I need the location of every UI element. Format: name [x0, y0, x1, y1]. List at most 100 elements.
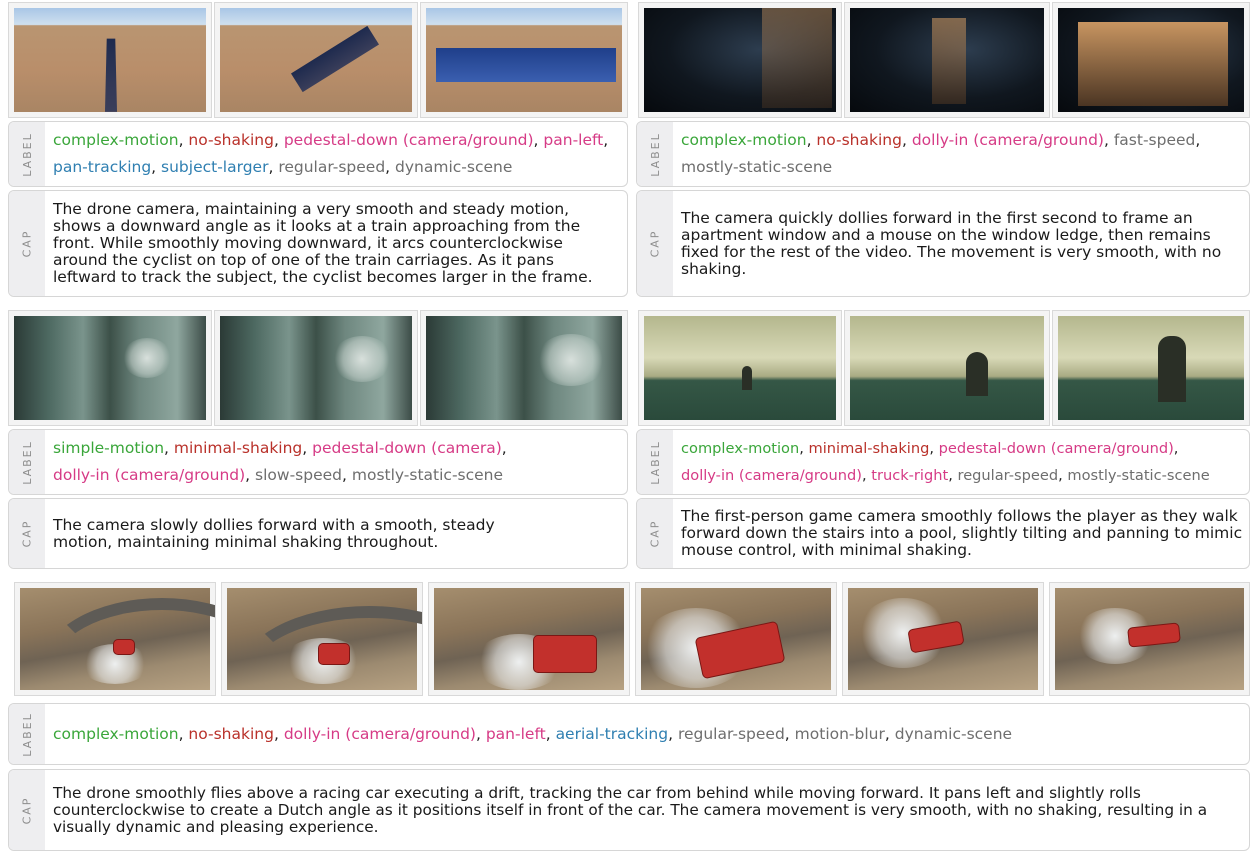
frame-thumbnail: [848, 588, 1038, 690]
label-tab: LABEL: [9, 704, 45, 764]
tag-separator: ,: [861, 467, 872, 484]
video-frame: [214, 310, 418, 426]
tag-separator: ,: [273, 131, 284, 149]
tag-separator: ,: [151, 158, 162, 176]
label-tag: slow-speed: [255, 466, 342, 484]
label-tag: pedestal-down (camera): [312, 439, 502, 457]
caption-text: The camera slowly dollies forward with a…: [53, 515, 495, 551]
label-tags: complex-motion, no-shaking, dolly-in (ca…: [53, 721, 1243, 748]
caption-text: The drone smoothly flies above a racing …: [53, 783, 1208, 836]
label-tag: no-shaking: [188, 724, 274, 743]
tag-separator: ,: [784, 724, 795, 743]
label-tag: fast-speed: [1113, 131, 1196, 149]
cap-tab: CAP: [637, 499, 673, 568]
label-tag: pan-left: [485, 724, 546, 743]
label-tab: LABEL: [637, 122, 673, 186]
label-tags: complex-motion, no-shaking, pedestal-dow…: [53, 127, 621, 181]
label-tag: pedestal-down (camera/ground): [938, 440, 1174, 457]
caption-box: CAP The camera quickly dollies forward i…: [636, 190, 1250, 297]
label-tag: minimal-shaking: [173, 439, 303, 457]
tag-separator: ,: [799, 440, 809, 457]
tag-separator: ,: [178, 724, 189, 743]
label-tag: pedestal-down (camera/ground): [283, 131, 534, 149]
frame-thumbnail: [850, 8, 1044, 112]
frame-thumbnail: [434, 588, 624, 690]
tag-separator: ,: [806, 131, 817, 149]
video-frame: [635, 582, 837, 696]
label-tab: LABEL: [9, 430, 45, 494]
label-tab: LABEL: [637, 430, 673, 494]
label-tag: truck-right: [871, 467, 949, 484]
tag-separator: ,: [668, 724, 678, 743]
frame-thumbnail: [426, 8, 622, 112]
label-tag: mostly-static-scene: [681, 158, 833, 176]
label-tag: mostly-static-scene: [351, 466, 504, 484]
video-frame: [14, 582, 216, 696]
tag-separator: ,: [884, 724, 895, 743]
frame-thumbnail: [426, 316, 622, 420]
frame-thumbnail: [641, 588, 831, 690]
video-frame: [214, 2, 418, 118]
tag-separator: ,: [1173, 440, 1179, 457]
tag-separator: ,: [1103, 131, 1114, 149]
frame-thumbnail: [644, 8, 836, 112]
label-tag: pan-left: [543, 131, 604, 149]
video-frame: [638, 2, 842, 118]
video-frame: [1052, 2, 1250, 118]
tag-separator: ,: [245, 466, 256, 484]
label-tag: dolly-in (camera/ground): [283, 724, 476, 743]
video-frame: [844, 2, 1050, 118]
tag-separator: ,: [475, 724, 486, 743]
tag-separator: ,: [1195, 131, 1201, 149]
video-frame: [638, 310, 842, 426]
tag-separator: ,: [302, 439, 313, 457]
caption-box: CAP The first-person game camera smoothl…: [636, 498, 1250, 569]
tag-separator: ,: [603, 131, 609, 149]
label-box: LABEL complex-motion, minimal-shaking, p…: [636, 429, 1250, 495]
frame-thumbnail: [1058, 316, 1244, 420]
label-tag: dynamic-scene: [894, 724, 1013, 743]
tag-separator: ,: [901, 131, 912, 149]
label-tag: simple-motion: [53, 439, 165, 457]
label-box: LABEL complex-motion, no-shaking, dolly-…: [636, 121, 1250, 187]
frame-thumbnail: [850, 316, 1044, 420]
video-frame: [221, 582, 423, 696]
frame-thumbnail: [20, 588, 215, 690]
label-tag: no-shaking: [188, 131, 274, 149]
tag-separator: ,: [948, 467, 958, 484]
video-frame: [420, 2, 628, 118]
video-frame: [428, 582, 630, 696]
label-tag: complex-motion: [681, 131, 807, 149]
tag-separator: ,: [545, 724, 556, 743]
label-tab: LABEL: [9, 122, 45, 186]
label-tag: regular-speed: [957, 467, 1059, 484]
frame-thumbnail: [1058, 8, 1244, 112]
label-tags: complex-motion, minimal-shaking, pedesta…: [681, 435, 1243, 489]
video-frame: [844, 310, 1050, 426]
label-tag: regular-speed: [278, 158, 386, 176]
caption-text: The drone camera, maintaining a very smo…: [53, 200, 593, 286]
caption-text: The camera quickly dollies forward in th…: [681, 208, 1222, 278]
frame-thumbnail: [644, 316, 836, 420]
tag-separator: ,: [178, 131, 189, 149]
frame-thumbnail: [220, 316, 412, 420]
label-tag: motion-blur: [794, 724, 885, 743]
cap-tab: CAP: [9, 191, 45, 296]
cap-tab: CAP: [637, 191, 673, 296]
tag-separator: ,: [268, 158, 279, 176]
label-box: LABEL complex-motion, no-shaking, pedest…: [8, 121, 628, 187]
label-tag: dolly-in (camera/ground): [681, 467, 862, 484]
frame-thumbnail: [220, 8, 412, 112]
tag-separator: ,: [273, 724, 284, 743]
video-frame: [1052, 310, 1250, 426]
tag-separator: ,: [385, 158, 396, 176]
caption-box: CAP The camera slowly dollies forward wi…: [8, 498, 628, 569]
label-tag: dynamic-scene: [395, 158, 513, 176]
label-tag: complex-motion: [681, 440, 800, 457]
frame-thumbnail: [14, 316, 206, 420]
label-tag: subject-larger: [161, 158, 269, 176]
cap-tab: CAP: [9, 499, 45, 568]
label-tag: pan-tracking: [53, 158, 152, 176]
tag-separator: ,: [342, 466, 352, 484]
video-frame: [842, 582, 1044, 696]
